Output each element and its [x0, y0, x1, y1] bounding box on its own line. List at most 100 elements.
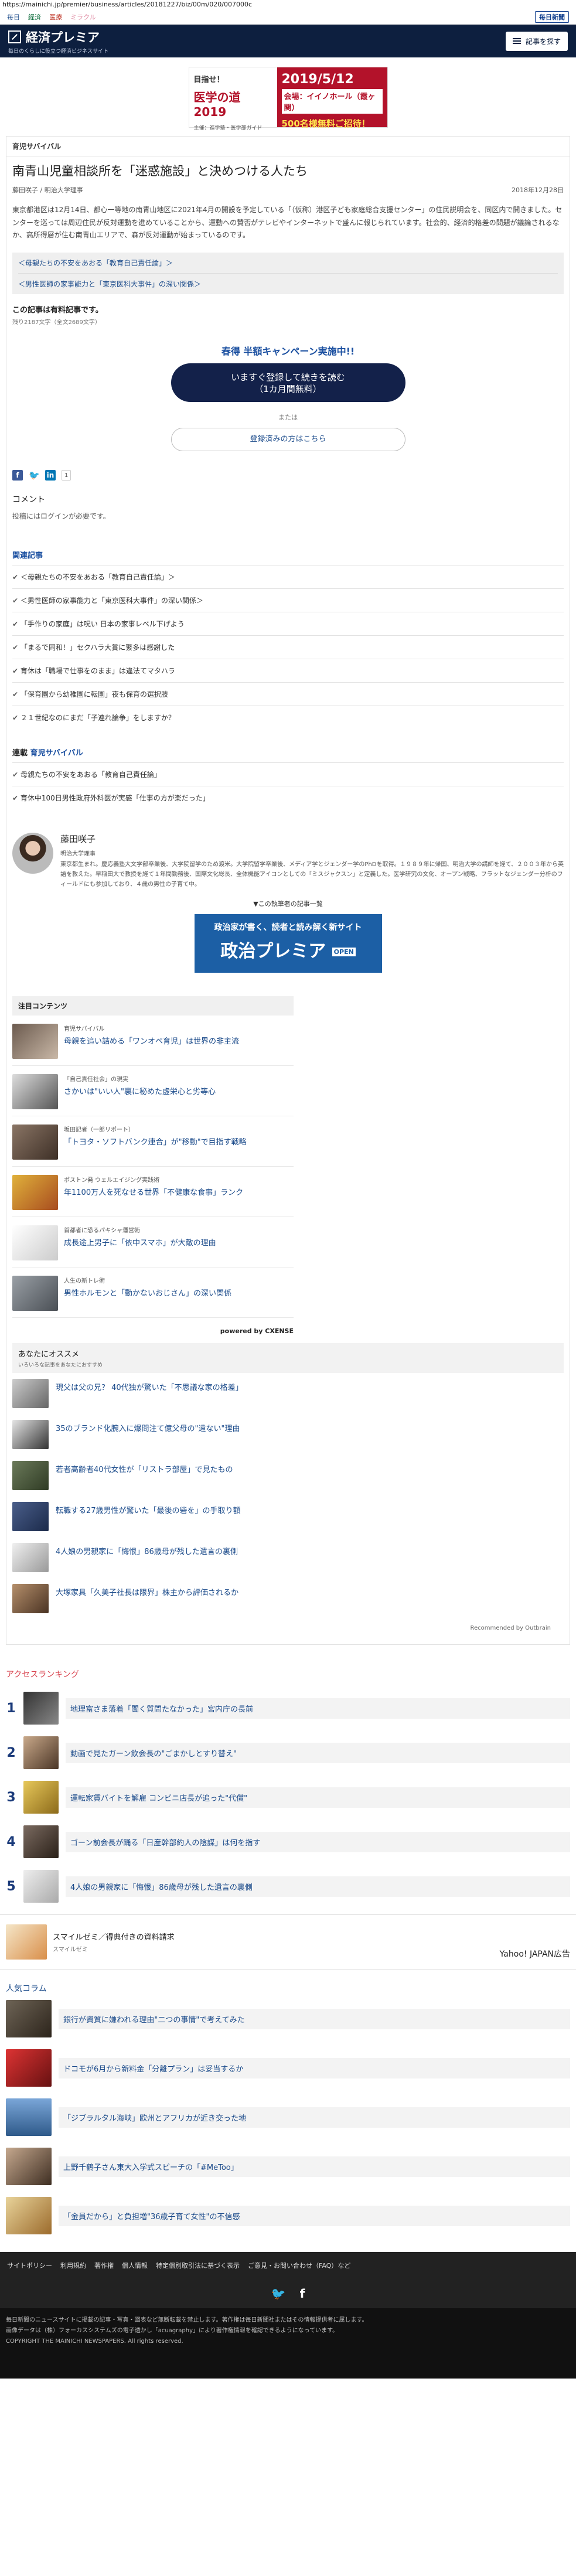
find-article-button[interactable]: 記事を探す [505, 31, 568, 51]
series-label: 連載 [12, 749, 28, 758]
related-item[interactable]: ＜母親たちの不安をあおる「教育自己責任論」＞ [12, 565, 564, 588]
brand-title: 経済プレミア [26, 30, 100, 45]
linkedin-icon[interactable]: in [45, 470, 56, 481]
facebook-icon[interactable]: f [300, 2287, 305, 2301]
ranking-item[interactable]: 5 4人娘の男親家に「悔恨」86歳母が残した遺言の裏側 [0, 1864, 576, 1909]
footer-link[interactable]: 利用規約 [60, 2261, 86, 2270]
footer-link[interactable]: ご意見・お問い合わせ（FAQ）など [248, 2261, 350, 2270]
footer-link[interactable]: 特定個別取引法に基づく表示 [156, 2261, 240, 2270]
column-thumb [6, 2098, 52, 2137]
ranking-title: 運転家賃バイトを解雇 コンビニ店長が追った"代償" [66, 1787, 570, 1808]
column-item[interactable]: 「ジブラルタル海峡」欧州とアフリカが近き交った地 [0, 2093, 576, 2142]
related-item[interactable]: 「手作りの家庭」は呪い 日本の家事レベル下げよう [12, 612, 564, 635]
related-item[interactable]: 育休は「職場で仕事をのまま」は違法てマタハラ [12, 659, 564, 682]
pickup-item[interactable]: 育児サバイバル 母親を追い詰める「ワンオペ育児」は世界の非主流 [12, 1016, 294, 1066]
recommend-item[interactable]: 現父は父の兄？ 40代独が驚いた「不思議な家の格差」 [12, 1373, 564, 1414]
twitter-icon[interactable]: 🐦 [271, 2287, 286, 2301]
yahoo-ad-label[interactable]: Yahoo! JAPAN広告 [500, 1948, 570, 1960]
pickup-item[interactable]: 人生の新トレ術 男性ホルモンと「動かないおじさん」の深い関係 [12, 1267, 294, 1318]
pickup-item[interactable]: 「自己責任社会」の現実 さかいは"いい人"裏に秘めた虚栄心と劣等心 [12, 1066, 294, 1117]
article-author[interactable]: 藤田咲子 / 明治大学理事 [12, 185, 83, 195]
rank-number: 4 [6, 1834, 16, 1849]
series-item[interactable]: 育休中100日男性政府外科医が実感「仕事の方が楽だった」 [12, 786, 564, 809]
ranking-heading: アクセスランキング [6, 1670, 79, 1680]
ranking-item[interactable]: 4 ゴーン前会長が踊る「日産幹部約人の陰謀」は何を指す [0, 1819, 576, 1864]
related-item[interactable]: 「保育園から幼稚園に転園」夜も保育の選択肢 [12, 682, 564, 706]
menu-icon [512, 38, 521, 44]
related-item[interactable]: ２１世紀なのにまだ「子連れ論争」をしますか？ [12, 706, 564, 729]
author-role: 明治大学理事 [60, 851, 96, 858]
topnav-item-economy[interactable]: 経済 [28, 12, 41, 22]
find-article-label: 記事を探す [525, 37, 561, 46]
copyright: 毎日新聞のニュースサイトに掲載の記事・写真・図表など無断転載を禁止します。著作権… [0, 2308, 576, 2379]
ad-left: 目指せ！ 医学の道 2019 主催：進学塾・医学部ガイド [189, 67, 277, 131]
recommend-item[interactable]: 35のブランド化腕入に爆問注て億父母の"遠ない"理由 [12, 1414, 564, 1455]
column-item[interactable]: 銀行が資質に嫌われる理由"二つの事情"で考えてみた [0, 1994, 576, 2043]
ad-right: 2019/5/12 会場：イイノホール（霞ヶ関） 500名様無料ご招待！ [277, 67, 387, 129]
topnav-item-miracle[interactable]: ミラクル [70, 12, 96, 22]
pickup-kicker: 坂田記者（一郎リポート） [64, 1127, 134, 1134]
pickup-item[interactable]: 坂田記者（一郎リポート） 「トヨタ・ソフトバンク連合」が"移動"で目指す戦略 [12, 1116, 294, 1167]
author-avatar [12, 833, 53, 874]
pickup-thumb [12, 1125, 58, 1160]
recommend-item[interactable]: 若者高齢者40代女性が「リストラ部屋」で見たもの [12, 1455, 564, 1496]
register-button[interactable]: いますぐ登録して続きを読む （1カ月間無料） [171, 363, 405, 403]
ranking-item[interactable]: 1 地理富さま落着「聞く質問たなかった」宮内庁の長前 [0, 1686, 576, 1730]
sponsored-thumb [6, 1924, 47, 1960]
inline-related-link-2[interactable]: ＜男性医師の家事能力と「東京医科大事件」の深い関係＞ [18, 274, 558, 294]
footer-link[interactable]: 著作権 [94, 2261, 114, 2270]
related-item[interactable]: ＜男性医師の家事能力と「東京医科大事件」の深い関係＞ [12, 588, 564, 612]
register-label-2: （1カ月間無料） [254, 384, 322, 395]
series-name[interactable]: 育児サバイバル [30, 749, 83, 758]
twitter-icon[interactable]: 🐦 [29, 470, 40, 481]
column-thumb [6, 2000, 52, 2038]
inline-related-link-1[interactable]: ＜母親たちの不安をあおる「教育自己責任論」＞ [18, 253, 558, 274]
share-count: 1 [62, 470, 71, 481]
sponsored-smile[interactable]: スマイルゼミ／得典付きの資料請求 スマイルゼミ Yahoo! JAPAN広告 [0, 1914, 576, 1970]
ranking-item[interactable]: 3 運転家賃バイトを解雇 コンビニ店長が追った"代償" [0, 1775, 576, 1819]
rank-number: 5 [6, 1879, 16, 1894]
outbrain-credit[interactable]: Recommended by Outbrain [12, 1619, 564, 1637]
footer-link[interactable]: 個人情報 [122, 2261, 148, 2270]
pickup-section: 注目コンテンツ 育児サバイバル 母親を追い詰める「ワンオペ育児」は世界の非主流 「… [12, 996, 294, 1318]
brand[interactable]: 経済プレミア 毎日のくらしに役立つ経済ビジネスサイト [8, 28, 108, 54]
pickup-thumb [12, 1175, 58, 1211]
author-articles-link[interactable]: ▼この執筆者の記事一覧 [12, 899, 564, 908]
cxense-credit[interactable]: powered by CXENSE [12, 1327, 294, 1335]
facebook-icon[interactable]: f [12, 470, 23, 481]
pickup-thumb [12, 1276, 58, 1311]
article-title: 南青山児童相談所を「迷惑施設」と決めつける人たち [12, 164, 308, 178]
pickup-item[interactable]: 首都者に恐るパキシャ運営術 成長途上男子に「依中スマホ」が大敵の理由 [12, 1217, 294, 1268]
ad-banner-top[interactable]: 目指せ！ 医学の道 2019 主催：進学塾・医学部ガイド 2019/5/12 会… [188, 67, 388, 131]
series-item[interactable]: 母親たちの不安をあおる「教育自己責任論」 [12, 762, 564, 786]
sponsored-info: スマイルゼミ／得典付きの資料請求 スマイルゼミ [53, 1931, 175, 1953]
category-label[interactable]: 育児サバイバル [6, 137, 570, 156]
address-bar[interactable]: https://mainichi.jp/premier/business/art… [0, 0, 576, 9]
related-item[interactable]: 「まるで同和！」セクハラ大賞に繁多は感謝した [12, 635, 564, 659]
mainichi-logo[interactable]: 毎日新聞 [535, 11, 569, 23]
ranking-item[interactable]: 2 動画で見たガーン飲会長の"ごまかしとすり替え" [0, 1730, 576, 1775]
topnav-item-medical[interactable]: 医療 [49, 12, 62, 22]
column-title: ドコモが6月から新料金「分離プラン」は妥当するか [59, 2057, 570, 2078]
footer-social: 🐦 f [0, 2279, 576, 2309]
pickup-title: 男性ホルモンと「動かないおじさん」の深い関係 [64, 1289, 232, 1299]
topnav-item-mainichi[interactable]: 毎日 [7, 12, 20, 22]
column-item[interactable]: 上野千鶴子さん東大入学式スピーチの「#MeToo」 [0, 2142, 576, 2191]
seiji-premier-banner[interactable]: 政治家が書く、読者と読み解く新サイト 政治プレミア OPEN [194, 914, 382, 973]
article-wrap: 育児サバイバル 南青山児童相談所を「迷惑施設」と決めつける人たち 藤田咲子 / … [6, 136, 570, 1645]
pickup-item[interactable]: ポストン発 ウェルエイジング実践術 年1100万人を死なせる世界「不健康な食事」ラ… [12, 1167, 294, 1218]
recommend-item[interactable]: 大塚家具「久美子社長は限界」株主から評価されるか [12, 1578, 564, 1619]
ranking-thumb [23, 1736, 59, 1770]
login-button[interactable]: 登録済みの方はこちら [171, 428, 405, 452]
recommend-item[interactable]: 転職する27歳男性が驚いた「最後の砦を」の手取り額 [12, 1496, 564, 1537]
column-item[interactable]: 「金員だから」と負担増"36歳子育て女性"の不信感 [0, 2191, 576, 2240]
brand-tagline: 毎日のくらしに役立つ経済ビジネスサイト [8, 48, 109, 54]
pickup-title: 成長途上男子に「依中スマホ」が大敵の理由 [64, 1239, 216, 1248]
sponsored-title: スマイルゼミ／得典付きの資料請求 [53, 1933, 175, 1943]
recommend-item[interactable]: 4人娘の男親家に「悔恨」86歳母が残した遺言の裏側 [12, 1537, 564, 1578]
inline-related: ＜母親たちの不安をあおる「教育自己責任論」＞ ＜男性医師の家事能力と「東京医科大… [12, 253, 564, 295]
recommend-thumb [12, 1420, 49, 1450]
footer-link[interactable]: サイトポリシー [7, 2261, 52, 2270]
column-item[interactable]: ドコモが6月から新料金「分離プラン」は妥当するか [0, 2043, 576, 2093]
recommend-title: 35のブランド化腕入に爆問注て億父母の"遠ない"理由 [56, 1425, 240, 1434]
